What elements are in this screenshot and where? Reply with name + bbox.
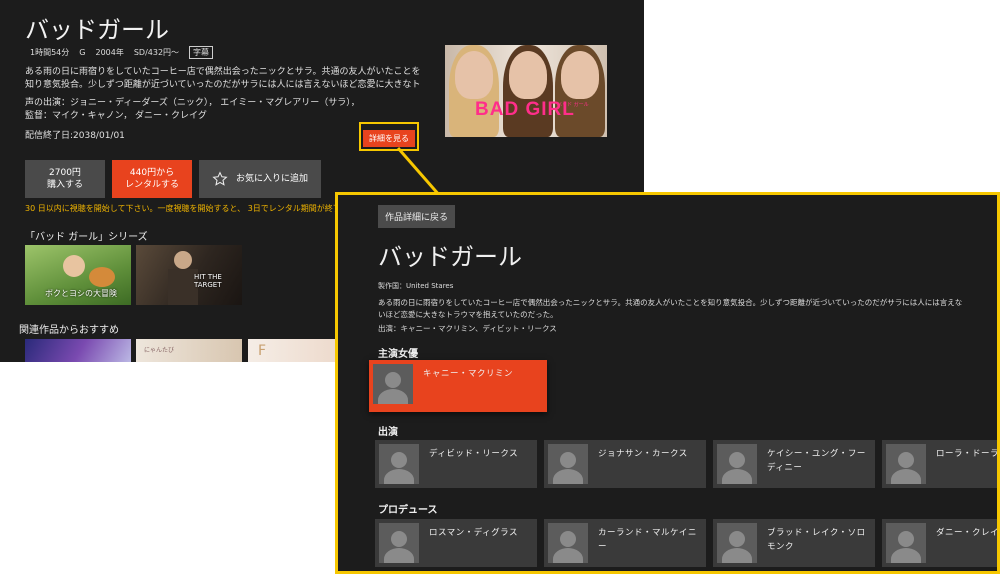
detail-panel: 作品詳細に戻る バッドガール 製作国：United Stares ある雨の日に雨… — [335, 192, 1000, 574]
panel-description: ある雨の日に雨宿りをしていたコーヒー店で偶然出会ったニックとサラ。共通の友人がい… — [378, 298, 963, 319]
person-card-lead[interactable]: キャニー・マクリミン — [369, 360, 547, 412]
person-silhouette-icon — [717, 444, 757, 484]
person-name: ブラッド・レイク・ソロモンク — [767, 528, 866, 552]
person-name: カーランド・マルケイニー — [598, 528, 697, 552]
person-name: ケイシー・ユング・フーディニー — [767, 449, 866, 473]
back-to-detail-button[interactable]: 作品詳細に戻る — [378, 205, 456, 228]
person-silhouette-icon — [717, 523, 757, 563]
person-silhouette-icon — [548, 444, 588, 484]
person-card[interactable]: ローラ・ドーラ — [882, 440, 1000, 488]
lead-actress-heading: 主演女優 — [378, 349, 418, 360]
person-card[interactable]: ロスマン・ディグラス — [375, 519, 537, 567]
producer-heading: プロデュース — [378, 505, 438, 516]
person-silhouette-icon — [886, 523, 926, 563]
person-silhouette-icon — [373, 364, 413, 404]
person-card[interactable]: ディビッド・リークス — [375, 440, 537, 488]
person-name: ローラ・ドーラ — [936, 449, 1000, 459]
cast-heading: 出演 — [378, 427, 398, 438]
person-card[interactable]: ジョナサン・カークス — [544, 440, 706, 488]
panel-title: バッドガール — [378, 243, 522, 271]
person-name: ダニー・クレイ — [936, 528, 1000, 538]
person-name: ジョナサン・カークス — [598, 449, 688, 459]
panel-cast-line: 出演：キャニー・マクリミン、ディビット・リークス — [378, 324, 557, 333]
person-card[interactable]: ケイシー・ユング・フーディニー — [713, 440, 875, 488]
person-name: キャニー・マクリミン — [423, 369, 514, 379]
person-card[interactable]: カーランド・マルケイニー — [544, 519, 706, 567]
production-country: 製作国：United Stares — [378, 282, 454, 290]
person-silhouette-icon — [379, 523, 419, 563]
person-card[interactable]: ダニー・クレイ — [882, 519, 1000, 567]
person-silhouette-icon — [379, 444, 419, 484]
person-silhouette-icon — [548, 523, 588, 563]
person-name: ロスマン・ディグラス — [429, 528, 518, 538]
person-name: ディビッド・リークス — [429, 449, 519, 459]
person-silhouette-icon — [886, 444, 926, 484]
person-card[interactable]: ブラッド・レイク・ソロモンク — [713, 519, 875, 567]
